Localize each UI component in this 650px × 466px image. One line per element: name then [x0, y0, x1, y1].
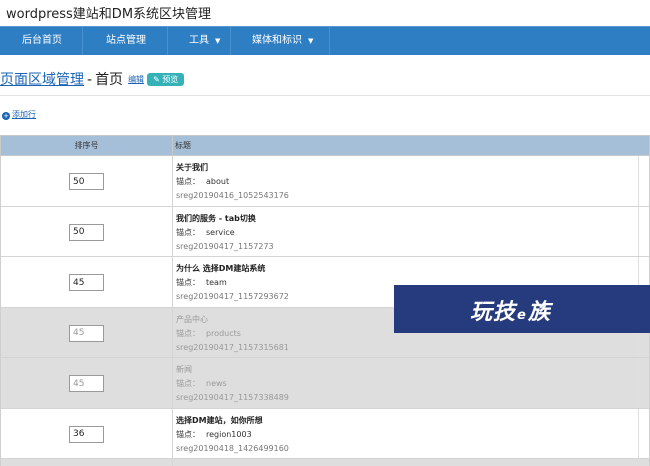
table-row: 关于我们 锚点： about sreg20190416_1052543176 — [0, 156, 650, 207]
order-input[interactable] — [69, 375, 104, 392]
nav-item-dashboard[interactable]: 后台首页 — [22, 27, 62, 55]
order-cell — [1, 307, 173, 357]
table-row-disabled: 新闻 锚点： news sreg20190417_1157338489 — [0, 358, 650, 409]
anchor-label: 锚点： — [176, 379, 200, 388]
add-row-label: 添加行 — [12, 110, 36, 119]
nav-item-label: 媒体和标识 — [252, 35, 302, 46]
cell-divider — [638, 206, 639, 256]
anchor-value: region1003 — [206, 429, 252, 439]
region-title[interactable]: 选择DM建站，如你所想 — [176, 414, 637, 428]
nav-separator — [82, 27, 83, 55]
region-id: sreg20190418_1426499160 — [176, 443, 289, 453]
divider — [0, 95, 650, 96]
table-header: 排序号 标题 — [0, 135, 650, 156]
watermark-text-b: 族 — [527, 300, 551, 325]
region-anchor: 锚点： about — [176, 175, 637, 189]
nav-item-sites[interactable]: 站点管理 — [106, 27, 146, 55]
title-cell: 我们的服务 - tab切换 锚点： service sreg20190417_11… — [176, 212, 637, 254]
title-cell: 新闻 锚点： news sreg20190417_1157338489 — [176, 363, 637, 405]
nav-item-label: 后台首页 — [22, 35, 62, 46]
heading-separator: - — [87, 72, 93, 88]
watermark-text: 玩技e族 — [470, 294, 551, 326]
nav-item-label: 工具 — [189, 35, 209, 46]
table-row: 我们的服务 - tab切换 锚点： service sreg20190417_11… — [0, 206, 650, 257]
chevron-down-icon: ▼ — [308, 37, 314, 45]
anchor-label: 锚点： — [176, 177, 200, 186]
column-header-title: 标题 — [175, 141, 191, 150]
anchor-label: 锚点： — [176, 328, 200, 338]
anchor-value: news — [206, 379, 227, 388]
nav-separator — [230, 27, 231, 55]
order-input[interactable] — [69, 173, 104, 190]
region-title[interactable]: 关于我们 — [176, 161, 637, 175]
region-id: sreg20190417_1157338489 — [176, 393, 289, 402]
watermark-text-a: 玩技 — [470, 300, 517, 325]
nav-item-label: 站点管理 — [106, 35, 146, 46]
region-id: sreg20190417_1157315681 — [176, 342, 289, 352]
anchor-value: service — [206, 227, 235, 237]
order-cell — [1, 257, 173, 307]
order-cell — [1, 206, 173, 256]
plus-circle-icon: + — [2, 112, 10, 120]
anchor-label: 锚点： — [176, 278, 200, 287]
table-row-partial — [0, 459, 650, 466]
order-input[interactable] — [69, 425, 104, 443]
region-title[interactable]: 为什么 选择DM建站系统 — [176, 262, 637, 276]
anchor-value: products — [206, 328, 241, 338]
anchor-label: 锚点： — [176, 227, 200, 237]
region-anchor: 锚点： news — [176, 377, 637, 391]
page-name: 首页 — [95, 72, 124, 88]
order-input[interactable] — [69, 223, 104, 241]
nav-separator — [167, 27, 168, 55]
order-cell — [1, 156, 173, 206]
watermark-text-e: e — [517, 308, 527, 323]
region-id: sreg20190417_1157273 — [176, 241, 274, 251]
region-title[interactable]: 新闻 — [176, 363, 637, 377]
edit-link[interactable]: 编辑 — [128, 75, 144, 84]
order-cell — [1, 459, 173, 466]
column-header-order: 排序号 — [1, 136, 173, 155]
cell-divider — [638, 156, 639, 206]
cell-divider — [638, 408, 639, 458]
order-input[interactable] — [69, 274, 104, 291]
order-input[interactable] — [69, 324, 104, 342]
watermark-logo: 玩技e族 — [394, 285, 650, 333]
preview-button[interactable]: ✎ 预览 — [147, 73, 185, 86]
anchor-value: team — [206, 278, 227, 287]
main-navbar: 后台首页 站点管理 工具 ▼ 媒体和标识 ▼ — [0, 26, 650, 55]
nav-item-media[interactable]: 媒体和标识 ▼ — [252, 27, 313, 55]
page-heading: 页面区域管理 - 首页 编辑 ✎ 预览 — [0, 69, 185, 89]
table-row: 选择DM建站，如你所想 锚点： region1003 sreg20190418_1… — [0, 408, 650, 459]
order-cell — [1, 358, 173, 408]
area-manage-link[interactable]: 页面区域管理 — [0, 72, 84, 88]
nav-separator — [329, 27, 330, 55]
add-row-button[interactable]: + 添加行 — [2, 109, 36, 120]
anchor-value: about — [206, 177, 230, 186]
anchor-label: 锚点： — [176, 429, 200, 439]
region-anchor: 锚点： service — [176, 226, 637, 240]
order-cell — [1, 408, 173, 458]
chevron-down-icon: ▼ — [215, 37, 221, 45]
nav-item-tools[interactable]: 工具 ▼ — [189, 27, 220, 55]
site-title: wordpress建站和DM系统区块管理 — [6, 7, 212, 22]
title-cell: 选择DM建站，如你所想 锚点： region1003 sreg20190418_1… — [176, 414, 637, 456]
title-cell: 关于我们 锚点： about sreg20190416_1052543176 — [176, 161, 637, 203]
region-title[interactable]: 我们的服务 - tab切换 — [176, 212, 637, 226]
cell-divider — [638, 358, 639, 408]
region-id: sreg20190416_1052543176 — [176, 191, 289, 200]
region-anchor: 锚点： region1003 — [176, 428, 637, 442]
